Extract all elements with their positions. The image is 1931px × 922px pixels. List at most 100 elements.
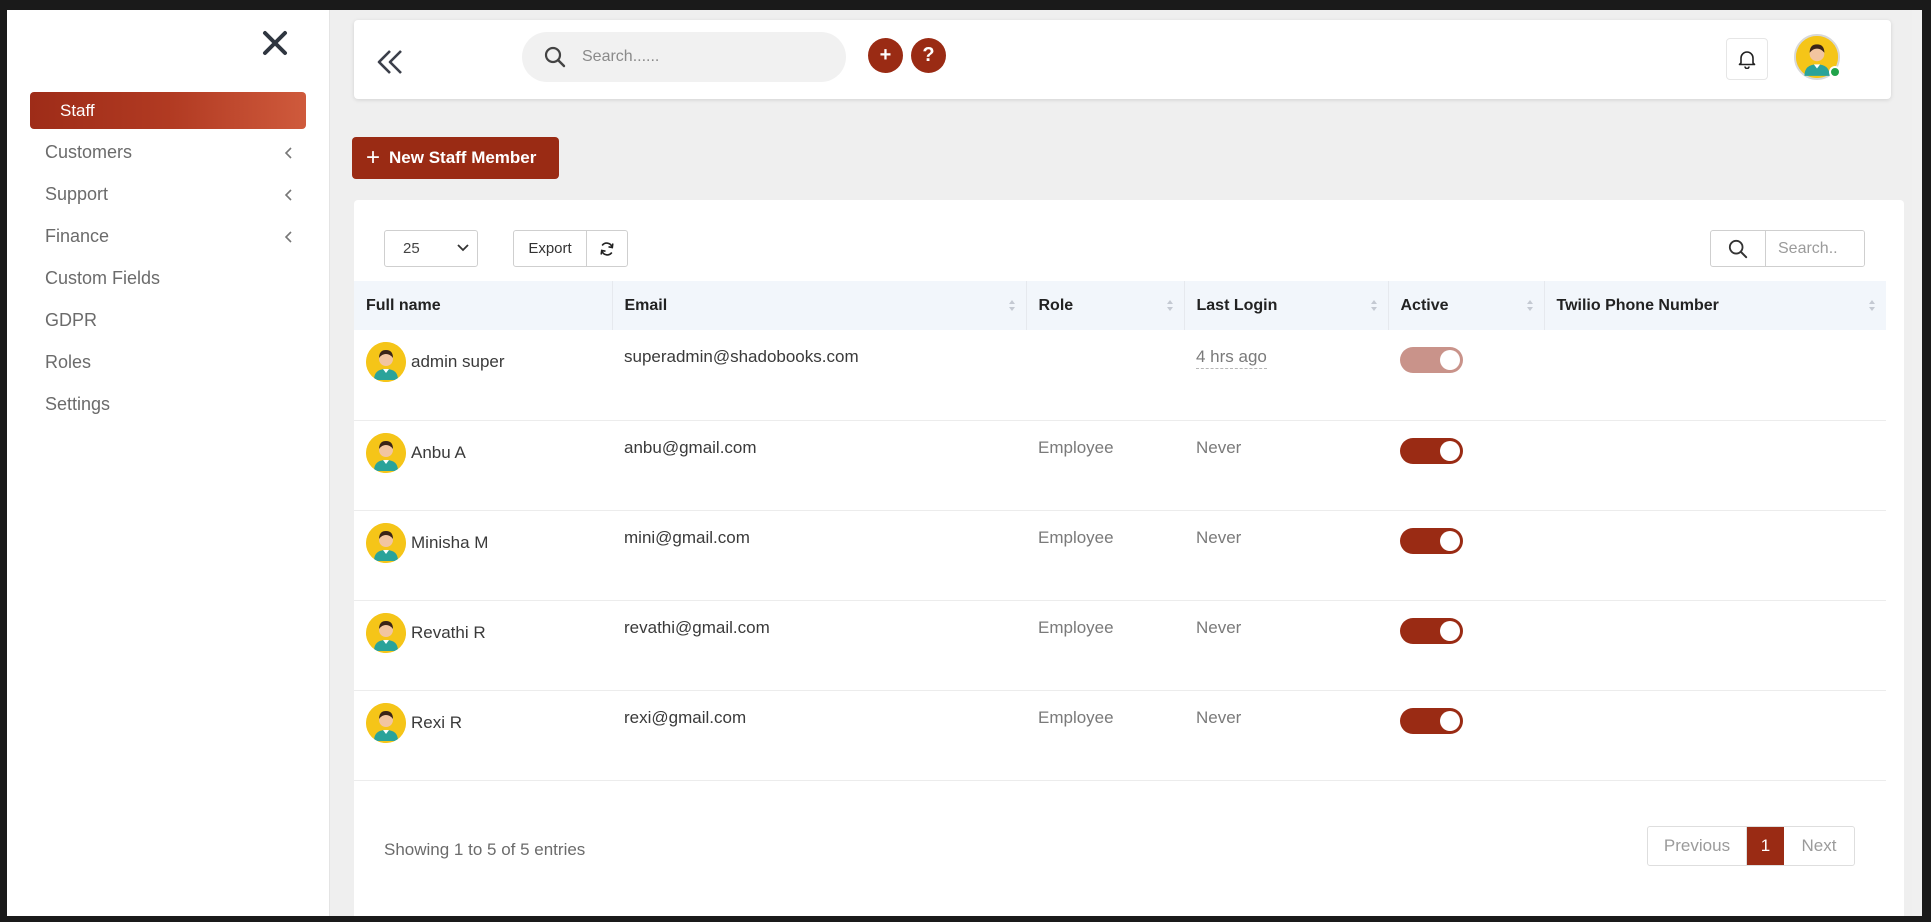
active-toggle[interactable] — [1400, 617, 1463, 644]
avatar — [366, 432, 406, 473]
new-staff-member-button[interactable]: + New Staff Member — [352, 137, 559, 179]
close-icon — [263, 31, 287, 55]
active-toggle[interactable] — [1400, 347, 1463, 373]
toggle-knob — [1440, 620, 1460, 641]
page-size-value: 25 — [403, 240, 420, 257]
email-cell: rexi@gmail.com — [624, 707, 747, 727]
notifications-button[interactable] — [1726, 38, 1768, 80]
sidebar-item-roles[interactable]: Roles — [30, 344, 306, 381]
sidebar-item-label: GDPR — [45, 310, 98, 330]
toggle-knob — [1440, 350, 1460, 370]
avatar — [366, 612, 406, 653]
active-toggle[interactable] — [1400, 527, 1463, 554]
staff-name-link[interactable]: Minisha M — [411, 533, 488, 553]
twilio-cell — [1544, 510, 1886, 600]
role-cell: Employee — [1038, 437, 1114, 457]
sort-icon — [1869, 300, 1875, 311]
close-sidebar-button[interactable] — [260, 28, 290, 58]
table-info: Showing 1 to 5 of 5 entries — [384, 840, 586, 859]
twilio-cell — [1544, 690, 1886, 780]
staff-table-card: 25 Export Search.. Full name Email Role … — [354, 200, 1904, 916]
column-header-email[interactable]: Email — [612, 281, 1027, 330]
table-row: Anbu A anbu@gmail.com Employee Never — [354, 420, 1886, 510]
last-login-cell: Never — [1196, 707, 1242, 727]
table-header-row: Full name Email Role Last Login Active T… — [354, 281, 1886, 330]
sidebar-item-gdpr[interactable]: GDPR — [30, 302, 306, 339]
chevron-left-icon — [284, 147, 292, 159]
sidebar-item-staff[interactable]: Staff — [30, 92, 306, 129]
sidebar-item-finance[interactable]: Finance — [30, 218, 306, 255]
collapse-sidebar-button[interactable] — [374, 48, 406, 76]
avatar-icon — [366, 342, 406, 382]
user-avatar[interactable] — [1794, 34, 1841, 80]
twilio-cell — [1544, 330, 1886, 420]
sort-icon — [1526, 300, 1533, 311]
double-chevron-left-icon — [377, 50, 402, 74]
search-icon — [1728, 239, 1748, 258]
role-cell: Employee — [1038, 527, 1114, 547]
plus-icon: + — [366, 144, 381, 171]
avatar-icon — [366, 612, 406, 653]
staff-name-link[interactable]: Anbu A — [411, 443, 466, 463]
email-cell: superadmin@shadobooks.com — [624, 347, 859, 366]
sidebar-item-settings[interactable]: Settings — [30, 386, 306, 423]
column-header-role[interactable]: Role — [1026, 281, 1185, 330]
staff-name-link[interactable]: admin super — [411, 352, 505, 372]
chevron-down-icon — [457, 244, 469, 252]
global-search-input[interactable] — [582, 48, 802, 66]
refresh-icon — [600, 241, 614, 256]
email-cell: anbu@gmail.com — [624, 437, 757, 457]
app-window: Staff Customers Support Finance Custom F… — [7, 10, 1922, 916]
refresh-button[interactable] — [587, 231, 627, 266]
toggle-knob — [1440, 710, 1460, 731]
new-staff-member-label: New Staff Member — [389, 148, 537, 167]
active-toggle[interactable] — [1400, 437, 1463, 464]
sidebar-item-customers[interactable]: Customers — [30, 134, 306, 171]
column-header-twilio-phone[interactable]: Twilio Phone Number — [1544, 281, 1886, 330]
previous-page-button[interactable]: Previous — [1648, 827, 1747, 865]
table-search-button[interactable] — [1711, 231, 1766, 266]
next-page-button[interactable]: Next — [1784, 827, 1854, 865]
column-header-last-login[interactable]: Last Login — [1184, 281, 1389, 330]
table-row: Minisha M mini@gmail.com Employee Never — [354, 510, 1886, 600]
page-scrollbar[interactable] — [1912, 10, 1922, 916]
avatar-icon — [366, 522, 406, 563]
staff-name-link[interactable]: Revathi R — [411, 623, 486, 643]
sidebar-item-support[interactable]: Support — [30, 176, 306, 213]
sidebar-item-label: Support — [45, 184, 109, 204]
table-search-input[interactable] — [1766, 231, 1864, 266]
active-toggle[interactable] — [1400, 707, 1463, 734]
avatar — [366, 342, 406, 382]
staff-table: Full name Email Role Last Login Active T… — [354, 281, 1886, 781]
role-cell: Employee — [1038, 617, 1114, 637]
toggle-knob — [1440, 530, 1460, 551]
page-size-select[interactable]: 25 — [384, 230, 478, 267]
online-status-dot — [1829, 66, 1841, 78]
column-header-full-name[interactable]: Full name — [354, 281, 613, 330]
email-cell: revathi@gmail.com — [624, 617, 770, 637]
global-search — [522, 32, 846, 82]
last-login-cell: Never — [1196, 617, 1242, 637]
export-button[interactable]: Export — [514, 231, 587, 266]
twilio-cell — [1544, 600, 1886, 690]
email-cell: mini@gmail.com — [624, 527, 750, 547]
twilio-cell — [1544, 420, 1886, 510]
chevron-left-icon — [284, 231, 292, 243]
quick-add-button[interactable]: + — [868, 38, 903, 73]
export-label: Export — [528, 240, 572, 257]
role-cell — [1026, 330, 1184, 420]
sidebar-item-label: Settings — [45, 394, 111, 414]
question-icon: ? — [922, 44, 935, 66]
staff-name-link[interactable]: Rexi R — [411, 713, 462, 733]
avatar-icon — [366, 432, 406, 473]
help-button[interactable]: ? — [911, 38, 946, 73]
sort-icon — [1008, 300, 1015, 311]
plus-icon: + — [879, 44, 892, 66]
avatar — [366, 522, 406, 563]
page-1-button[interactable]: 1 — [1747, 827, 1784, 865]
avatar — [366, 702, 406, 743]
column-header-active[interactable]: Active — [1388, 281, 1545, 330]
sidebar-item-custom-fields[interactable]: Custom Fields — [30, 260, 306, 297]
sidebar-item-label: Customers — [45, 142, 133, 162]
chevron-left-icon — [284, 189, 292, 201]
